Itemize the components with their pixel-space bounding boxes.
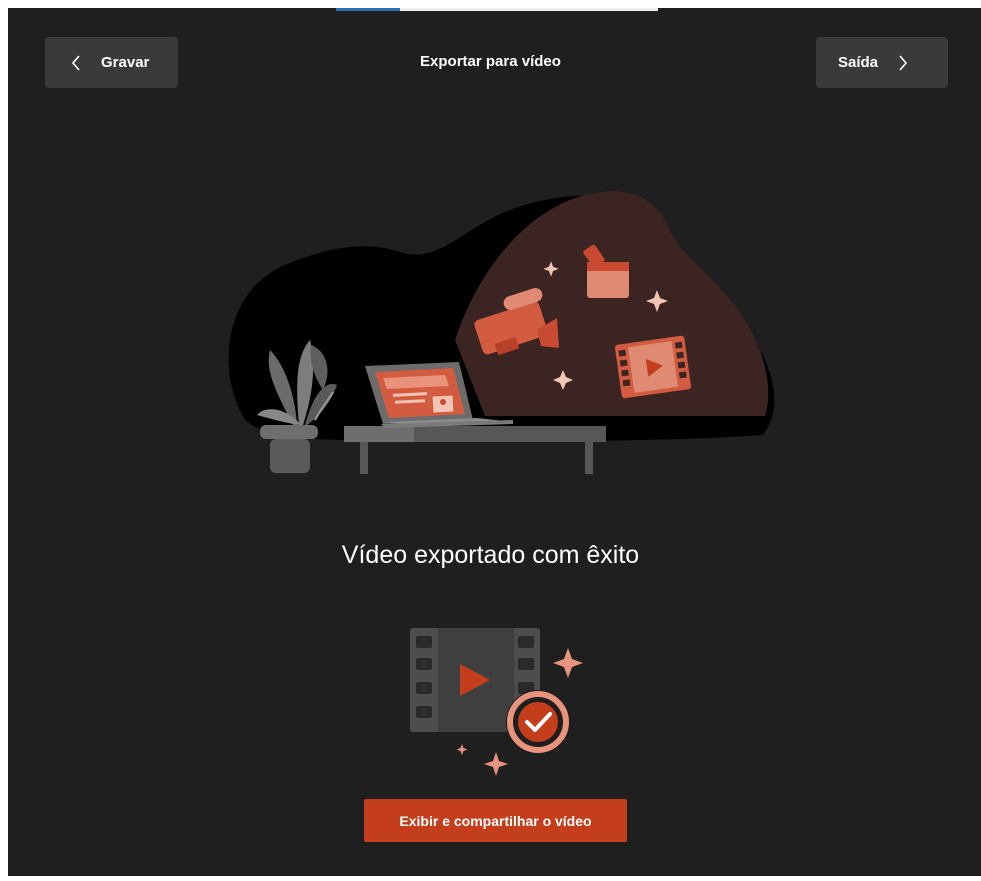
exit-button[interactable]: Saída — [816, 37, 948, 88]
video-check-illustration — [400, 620, 590, 780]
success-message: Vídeo exportado com êxito — [341, 541, 640, 569]
film-strip-icon — [614, 335, 692, 399]
chevron-right-icon — [892, 52, 914, 74]
export-illustration — [215, 180, 775, 480]
exit-button-label: Saída — [838, 54, 879, 71]
view-and-share-video-button[interactable]: Exibir e compartilhar o vídeo — [364, 799, 627, 842]
desk-icon — [344, 426, 606, 474]
top-accent-bar-light — [400, 8, 658, 11]
top-accent-bar — [336, 8, 400, 11]
